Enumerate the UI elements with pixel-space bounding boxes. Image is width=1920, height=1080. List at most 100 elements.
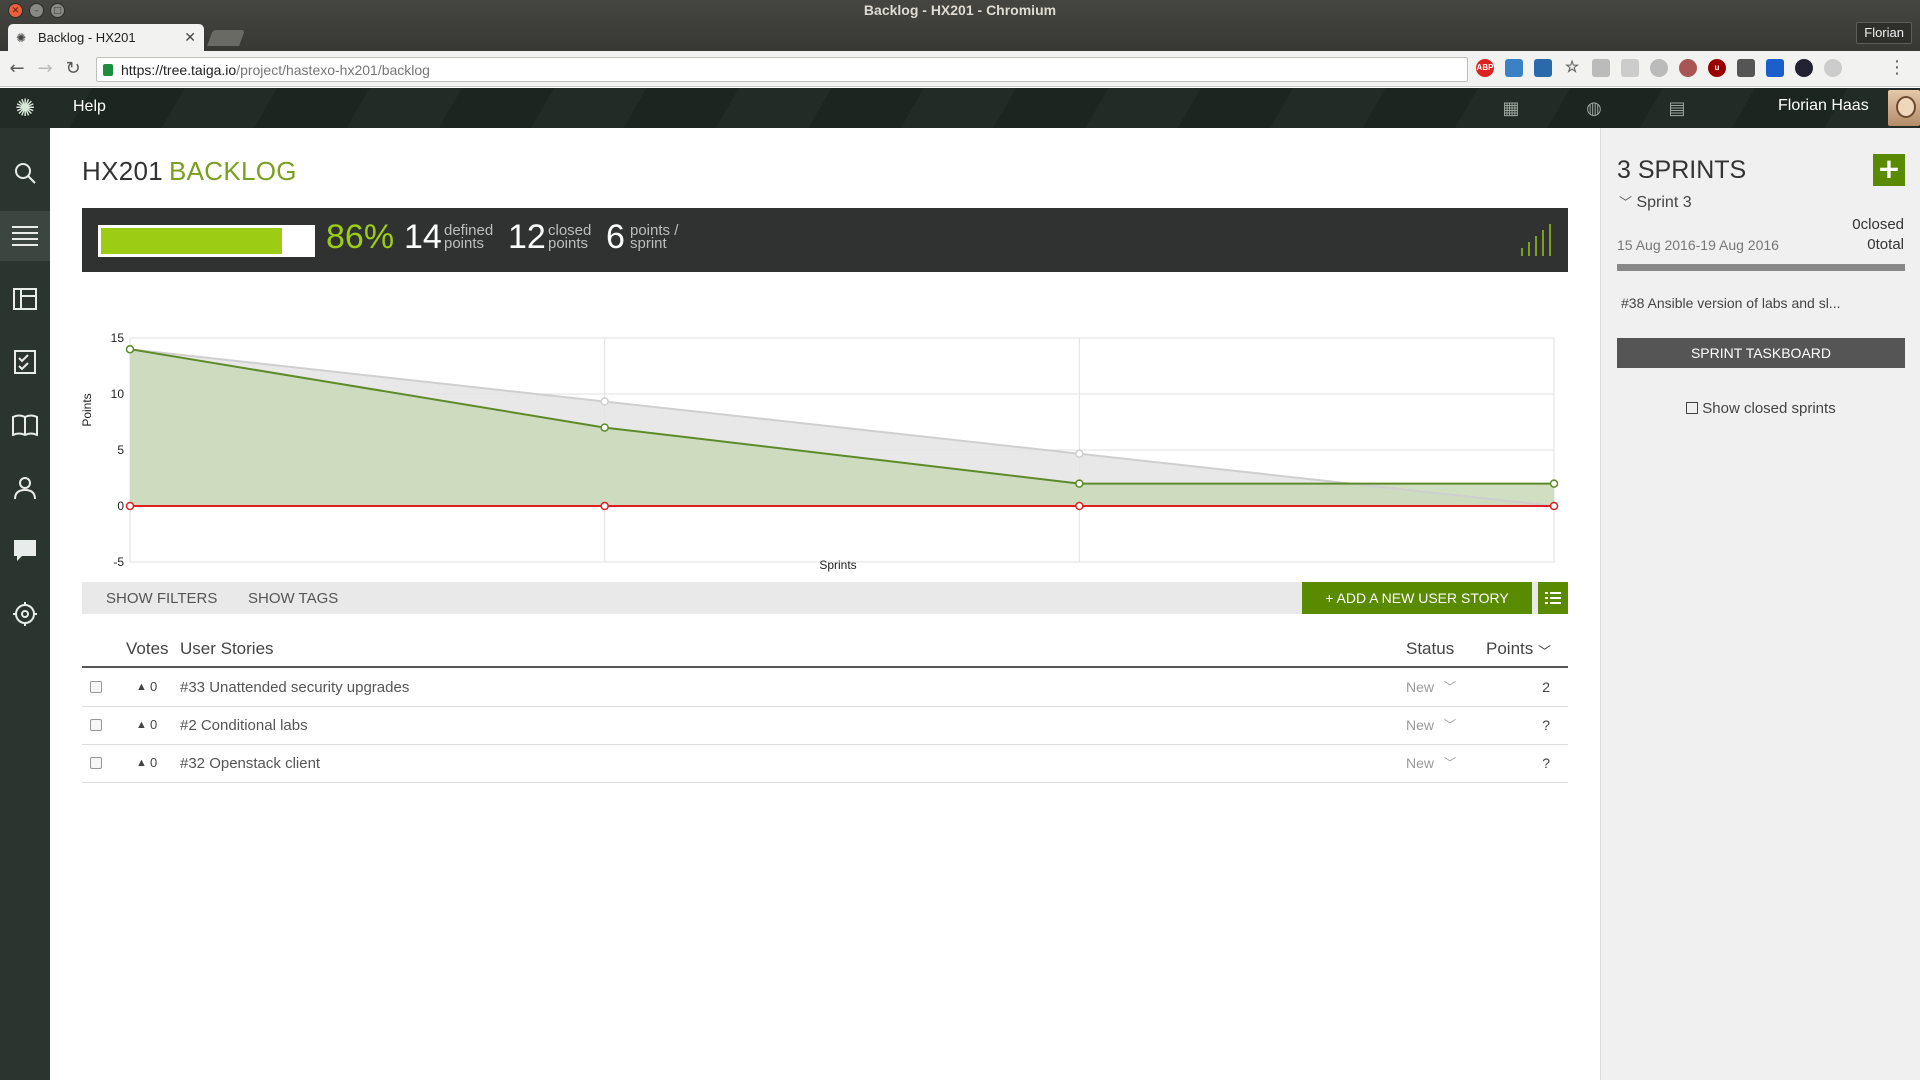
upvote-icon[interactable]: ▲ [136,757,147,769]
new-tab-button[interactable] [207,30,245,46]
chevron-down-icon[interactable]: ﹀ [1444,716,1456,733]
url-path: /project/hastexo-hx201/backlog [236,61,430,78]
avatar[interactable] [1888,90,1920,126]
taiga-logo-icon[interactable]: ✺ [0,88,50,128]
closed-points-value: 12 [508,218,546,256]
upvote-icon[interactable]: ▲ [136,681,147,693]
extension-icon[interactable] [1679,59,1697,77]
completion-percent: 86% [326,218,395,256]
extension-icon[interactable] [1737,59,1755,77]
add-user-story-button[interactable]: + ADD A NEW USER STORY [1302,582,1532,614]
archive-icon [1686,402,1699,414]
forward-icon[interactable]: → [34,58,56,80]
table-row[interactable]: ▲ 0 #33 Unattended security upgrades New… [82,669,1568,707]
sprint-story-link[interactable]: #38 Ansible version of labs and sl... [1621,295,1840,311]
story-status[interactable]: New [1406,679,1434,695]
chevron-down-icon[interactable]: ﹀ [1444,754,1456,771]
defined-points-label: defined points [444,222,494,252]
admin-settings-icon[interactable] [0,589,50,639]
story-points[interactable]: 2 [1542,679,1550,695]
sprint-toggle[interactable]: ﹀ Sprint 3 [1619,192,1692,212]
chart-y-label: Points [82,393,94,426]
extension-icon[interactable] [1534,59,1552,77]
browser-toolbar: ← → ↻ https://tree.taiga.io/project/hast… [0,51,1920,87]
taiga-favicon-icon: ✺ [16,30,27,45]
discover-icon[interactable]: ◍ [1583,98,1605,120]
extension-icon[interactable] [1795,59,1813,77]
data-point [600,423,609,432]
show-closed-sprints-link[interactable]: Show closed sprints [1601,400,1920,417]
ublock-icon[interactable]: u [1708,59,1726,77]
reload-icon[interactable]: ↻ [62,58,84,80]
bulk-add-button[interactable] [1538,582,1568,614]
chat-icon[interactable] [0,526,50,576]
sprints-count: 3 SPRINTS [1617,156,1747,184]
row-checkbox[interactable] [90,719,102,731]
row-checkbox[interactable] [90,757,102,769]
chevron-down-icon[interactable]: ﹀ [1538,641,1551,660]
extension-icon[interactable] [1766,59,1784,77]
extension-icon[interactable] [1824,59,1842,77]
sprint-closed-count: 0closed [1852,216,1904,233]
team-icon[interactable] [0,463,50,513]
y-tick-label: -5 [113,555,124,569]
sprint-taskboard-button[interactable]: SPRINT TASKBOARD [1617,338,1905,368]
show-filters-button[interactable]: SHOW FILTERS [106,590,217,607]
backlog-icon[interactable] [0,211,50,261]
search-icon[interactable] [0,148,50,198]
chevron-down-icon[interactable]: ﹀ [1619,195,1632,210]
browser-tab[interactable]: ✺ Backlog - HX201 ✕ [8,24,204,51]
tab-close-icon[interactable]: ✕ [184,30,196,46]
burndown-toggle-icon[interactable] [1518,222,1554,256]
extension-icon[interactable] [1650,59,1668,77]
browser-menu-icon[interactable]: ⋮ [1888,59,1906,77]
points-header[interactable]: Points [1486,639,1533,659]
extension-icon[interactable] [1592,59,1610,77]
story-points[interactable]: ? [1542,755,1550,771]
back-icon[interactable]: ← [6,58,28,80]
extension-icon[interactable] [1505,59,1523,77]
user-name[interactable]: Florian Haas [1778,97,1869,115]
issues-icon[interactable] [0,337,50,387]
sprint-dates: 15 Aug 2016-19 Aug 2016 [1617,237,1779,253]
story-subject[interactable]: #32 Openstack client [180,755,320,772]
add-sprint-button[interactable]: + [1873,154,1905,186]
sprint-name[interactable]: Sprint 3 [1636,194,1691,211]
progress-fill [101,228,283,254]
story-status[interactable]: New [1406,755,1434,771]
help-link[interactable]: Help [73,98,106,116]
burndown-chart: 15 10 5 0 -5 Points Sprints [82,331,1559,572]
story-subject[interactable]: #33 Unattended security upgrades [180,679,409,696]
address-bar[interactable]: https://tree.taiga.io/project/hastexo-hx… [96,57,1468,82]
story-status[interactable]: New [1406,717,1434,733]
votes-header[interactable]: Votes [126,639,169,659]
bookmark-star-icon[interactable]: ☆ [1563,59,1581,77]
profile-button[interactable]: Florian [1856,22,1912,44]
vote-count: 0 [150,679,158,694]
tab-title: Backlog - HX201 [38,30,136,45]
extension-icon[interactable] [1621,59,1639,77]
taiga-topnav: ✺ Help ▦ ◍ ▤ Florian Haas [0,88,1920,128]
row-checkbox[interactable] [90,681,102,693]
notifications-icon[interactable]: ▤ [1666,98,1688,120]
table-row[interactable]: ▲ 0 #32 Openstack client New ﹀ ? [82,745,1568,783]
sprints-panel: 3 SPRINTS + ﹀ Sprint 3 0closed 0total 15… [1600,128,1920,1080]
upvote-icon[interactable]: ▲ [136,719,147,731]
extension-icons: ABP ☆ u [1476,59,1842,77]
story-points[interactable]: ? [1542,717,1550,733]
story-subject[interactable]: #2 Conditional labs [180,717,308,734]
points-per-sprint-value: 6 [606,218,625,256]
wiki-icon[interactable] [0,400,50,450]
data-point [600,397,609,406]
projects-grid-icon[interactable]: ▦ [1500,98,1522,120]
progress-bar [98,225,315,257]
adblock-icon[interactable]: ABP [1476,59,1494,77]
table-row[interactable]: ▲ 0 #2 Conditional labs New ﹀ ? [82,707,1568,745]
backlog-main: HX201 BACKLOG 86% 14 defined points 12 clo… [50,128,1600,1080]
data-point [600,501,609,511]
show-tags-button[interactable]: SHOW TAGS [248,590,338,607]
chevron-down-icon[interactable]: ﹀ [1444,678,1456,695]
kanban-icon[interactable] [0,274,50,324]
url-host: https://tree.taiga.io [121,61,237,78]
vote-count: 0 [150,755,158,770]
